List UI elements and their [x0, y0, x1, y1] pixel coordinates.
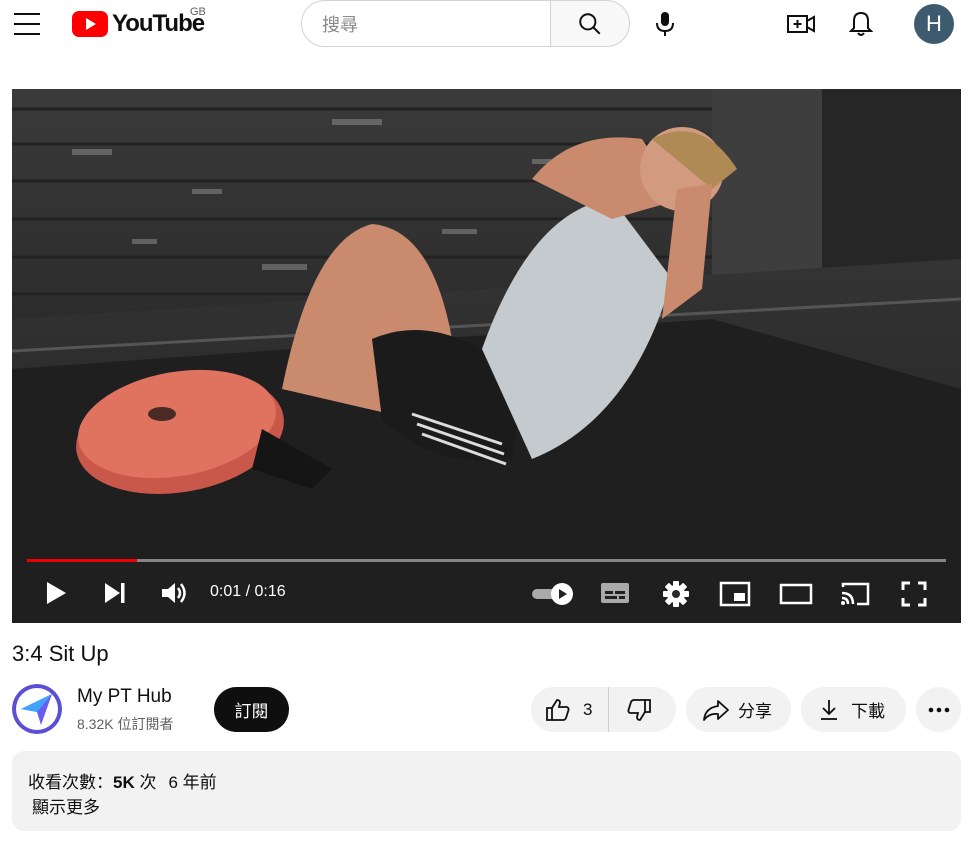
youtube-logo[interactable]: YouTube	[72, 10, 205, 38]
settings-gear-icon[interactable]	[662, 580, 690, 608]
video-player[interactable]: 0:01 / 0:16	[12, 89, 961, 623]
time-display: 0:01 / 0:16	[210, 583, 286, 601]
like-button[interactable]: 3	[531, 687, 609, 732]
subtitles-icon[interactable]	[600, 581, 630, 605]
country-code: GB	[190, 6, 206, 18]
microphone-icon	[656, 12, 674, 36]
download-icon	[821, 699, 837, 720]
search-placeholder: 搜尋	[322, 14, 358, 35]
search-icon	[579, 12, 601, 34]
miniplayer-icon[interactable]	[719, 581, 751, 607]
download-button[interactable]: 下載	[801, 687, 906, 732]
theater-mode-icon[interactable]	[779, 582, 813, 606]
views-unit: 次	[134, 773, 157, 792]
player-controls	[12, 569, 961, 617]
share-button[interactable]: 分享	[686, 687, 791, 732]
video-add-icon	[787, 15, 815, 33]
channel-name[interactable]: My PT Hub	[77, 686, 172, 708]
youtube-play-logo-icon	[72, 11, 108, 37]
notifications-button[interactable]	[846, 8, 876, 40]
autoplay-toggle-icon[interactable]	[530, 581, 576, 607]
bell-icon	[849, 11, 873, 36]
cast-icon[interactable]	[839, 581, 871, 607]
subscribe-button[interactable]: 訂閱	[214, 687, 289, 732]
progress-bar[interactable]	[27, 559, 946, 562]
show-more-link[interactable]: 顯示更多	[32, 793, 100, 818]
video-title: 3:4 Sit Up	[12, 641, 109, 666]
share-label: 分享	[738, 702, 772, 721]
upload-age: 6 年前	[168, 773, 217, 792]
dislike-button[interactable]	[609, 687, 669, 732]
views-label: 收看次數：	[28, 773, 113, 792]
video-frame-image	[12, 89, 961, 623]
search-button[interactable]	[550, 0, 630, 47]
views-value: 5K	[113, 773, 135, 792]
more-horizontal-icon	[928, 707, 949, 712]
progress-played	[27, 559, 138, 562]
next-icon[interactable]	[102, 581, 128, 605]
fullscreen-icon[interactable]	[900, 580, 928, 608]
download-label: 下載	[851, 702, 885, 721]
time-total: 0:16	[254, 583, 286, 600]
channel-avatar[interactable]	[12, 684, 62, 734]
user-avatar[interactable]: H	[914, 4, 954, 44]
search-input[interactable]: 搜尋	[301, 0, 551, 47]
view-stats: 收看次數：5K 次 6 年前	[28, 768, 217, 793]
time-current: 0:01	[210, 583, 242, 600]
like-count: 3	[583, 699, 593, 719]
create-video-button[interactable]	[785, 8, 817, 40]
thumbs-down-icon	[627, 698, 651, 721]
menu-icon[interactable]	[14, 12, 40, 36]
share-icon	[703, 699, 729, 721]
subscriber-count: 8.32K 位訂閱者	[77, 716, 174, 732]
play-icon[interactable]	[42, 579, 70, 607]
more-actions-button[interactable]	[916, 687, 961, 732]
voice-search-button[interactable]	[650, 8, 680, 40]
thumbs-up-icon	[546, 698, 570, 721]
time-separator: /	[241, 583, 255, 600]
volume-icon[interactable]	[159, 579, 189, 607]
like-dislike-group: 3	[531, 687, 676, 732]
